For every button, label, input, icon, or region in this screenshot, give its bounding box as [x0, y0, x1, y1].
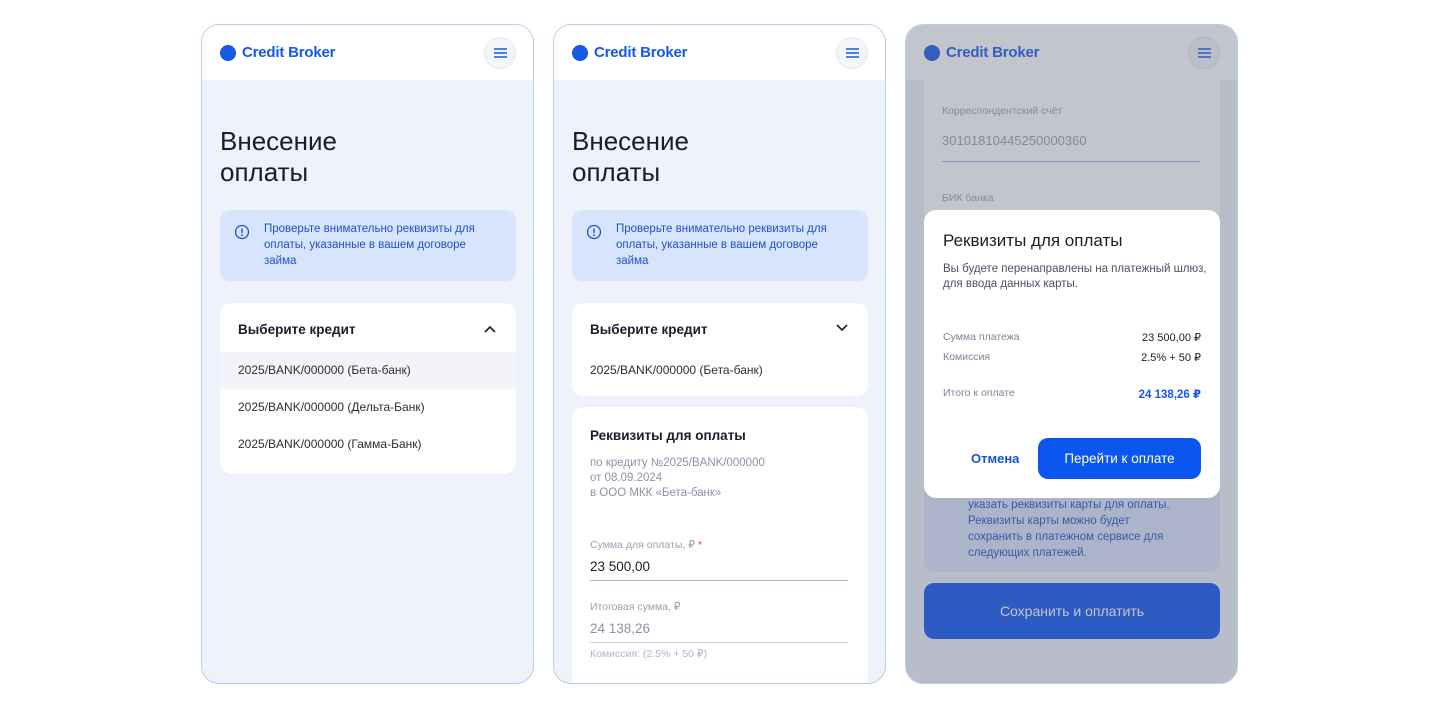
- go-to-payment-button[interactable]: Перейти к оплате: [1038, 438, 1201, 479]
- credit-select-label: Выберите кредит: [590, 322, 708, 337]
- menu-button[interactable]: [484, 37, 516, 69]
- logo[interactable]: Credit Broker: [220, 44, 335, 61]
- requisites-date: от 08.09.2024: [590, 472, 663, 484]
- amount-field[interactable]: 23 500,00: [590, 559, 650, 574]
- info-banner: Проверьте внимательно реквизиты для опла…: [220, 210, 516, 281]
- requisites-company: в ООО МКК «Бета-банк»: [590, 487, 722, 499]
- commission-label: Комиссия: [943, 351, 991, 363]
- mobile-screen-credit-dropdown-open: Credit Broker Внесение оплаты Проверьте …: [201, 24, 534, 684]
- mobile-screen-payment-modal: Credit Broker Корреспондентский счёт 301…: [905, 24, 1238, 684]
- commission-row: Комиссия 2.5% + 50 ₽: [943, 351, 1201, 364]
- modal-title: Реквизиты для оплаты: [943, 231, 1123, 250]
- logo-dot-icon: [572, 44, 588, 61]
- logo-dot-icon: [220, 44, 236, 61]
- credit-select-label: Выберите кредит: [238, 322, 356, 337]
- payment-sum-label: Сумма платежа: [943, 331, 1020, 343]
- hamburger-icon: [493, 48, 507, 58]
- amount-label-text: Сумма для оплаты, ₽: [590, 539, 695, 551]
- commission-value: 2.5% + 50 ₽: [1141, 352, 1201, 364]
- amount-field-label: Сумма для оплаты, ₽ *: [590, 539, 702, 551]
- total-row: Итого к оплате 24 138,26 ₽: [943, 387, 1201, 401]
- info-circle-icon: [586, 224, 602, 240]
- commission-hint: Комиссия: (2.5% + 50 ₽): [590, 648, 708, 660]
- info-text: Проверьте внимательно реквизиты для опла…: [264, 223, 475, 267]
- credit-select-dropdown[interactable]: Выберите кредит 2025/BANK/000000 (Бета-б…: [220, 303, 516, 474]
- page-title-line: оплаты: [572, 157, 661, 187]
- page-title-line: оплаты: [220, 157, 309, 187]
- credit-select-dropdown[interactable]: Выберите кредит 2025/BANK/000000 (Бета-б…: [572, 303, 868, 396]
- credit-option[interactable]: 2025/BANK/000000 (Бета-банк): [220, 352, 516, 389]
- info-text: Проверьте внимательно реквизиты для опла…: [616, 223, 827, 267]
- page-title: Внесение оплаты: [220, 126, 337, 188]
- page-title: Внесение оплаты: [572, 126, 689, 188]
- total-field-underline: [590, 642, 848, 643]
- menu-button[interactable]: [836, 37, 868, 69]
- required-mark: *: [697, 539, 702, 551]
- total-value: 24 138,26 ₽: [1138, 389, 1201, 401]
- credit-option[interactable]: 2025/BANK/000000 (Гамма-Банк): [220, 426, 516, 463]
- amount-field-underline: [590, 580, 848, 581]
- hamburger-icon: [845, 48, 859, 58]
- requisites-credit-number: по кредиту №2025/BANK/000000: [590, 457, 765, 469]
- page-title-line: Внесение: [220, 126, 337, 156]
- total-label: Итого к оплате: [943, 387, 1015, 399]
- payment-sum-value: 23 500,00 ₽: [1142, 332, 1201, 344]
- mobile-screen-payment-form: Credit Broker Внесение оплаты Проверьте …: [553, 24, 886, 684]
- logo[interactable]: Credit Broker: [572, 44, 687, 61]
- credit-option[interactable]: 2025/BANK/000000 (Дельта-Банк): [220, 389, 516, 426]
- cancel-button[interactable]: Отмена: [971, 451, 1019, 466]
- total-field-label: Итоговая сумма, ₽: [590, 601, 681, 613]
- logo-text: Credit Broker: [594, 44, 688, 61]
- header: Credit Broker: [202, 25, 533, 80]
- modal-subtitle: Вы будете перенаправлены на платежный шл…: [943, 263, 1207, 290]
- payment-requisites-modal: Реквизиты для оплаты Вы будете перенапра…: [924, 210, 1220, 498]
- total-field: 24 138,26: [590, 621, 651, 636]
- chevron-down-icon[interactable]: [836, 324, 848, 332]
- page-title-line: Внесение: [572, 126, 689, 156]
- info-banner: Проверьте внимательно реквизиты для опла…: [572, 210, 868, 281]
- payment-sum-row: Сумма платежа 23 500,00 ₽: [943, 331, 1201, 344]
- logo-text: Credit Broker: [242, 44, 336, 61]
- credit-selected-value: 2025/BANK/000000 (Бета-банк): [590, 363, 763, 377]
- info-circle-icon: [234, 224, 250, 240]
- header: Credit Broker: [554, 25, 885, 80]
- requisites-card: Реквизиты для оплаты по кредиту №2025/BA…: [572, 407, 868, 683]
- requisites-title: Реквизиты для оплаты: [590, 428, 746, 443]
- chevron-up-icon[interactable]: [484, 325, 496, 333]
